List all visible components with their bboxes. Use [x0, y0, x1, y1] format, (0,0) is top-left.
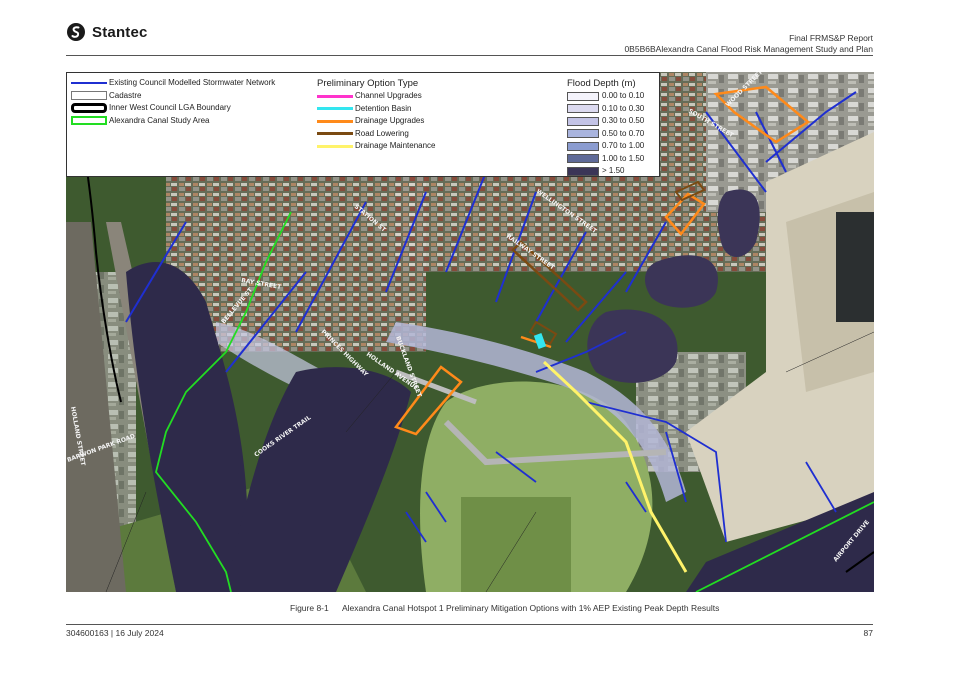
legend-item: Drainage Maintenance [317, 140, 436, 153]
legend-item: Alexandra Canal Study Area [71, 115, 275, 128]
legend-item: Cadastre [71, 90, 275, 103]
legend-item: Existing Council Modelled Stormwater Net… [71, 77, 275, 90]
brand-name: Stantec [92, 23, 148, 41]
legend-depth: Flood Depth (m) 0.00 to 0.10 0.10 to 0.3… [567, 77, 644, 178]
report-header: Final FRMS&P Report 0B5B6BAlexandra Cana… [624, 33, 873, 55]
legend-title: Flood Depth (m) [567, 78, 636, 89]
drainage-maintenance-icon [317, 144, 353, 148]
road-lowering-icon [317, 132, 353, 136]
depth-swatch-icon [567, 129, 599, 139]
detention-basin-icon [317, 107, 353, 111]
legend-title: Preliminary Option Type [317, 78, 419, 89]
map-legend: Existing Council Modelled Stormwater Net… [66, 72, 660, 177]
legend-options: Preliminary Option Type Channel Upgrades… [317, 77, 436, 153]
figure-number: Figure 8-1 [290, 603, 329, 613]
depth-swatch-icon [567, 166, 599, 176]
document-reference: 304600163 | 16 July 2024 [66, 628, 164, 638]
legend-item: 1.00 to 1.50 [567, 153, 644, 166]
legend-item: > 1.50 [567, 165, 644, 178]
stantec-logo-icon [67, 23, 85, 41]
stormwater-line-icon [71, 82, 107, 85]
header-divider [66, 55, 873, 56]
legend-item: 0.30 to 0.50 [567, 115, 644, 128]
legend-item: 0.50 to 0.70 [567, 128, 644, 141]
legend-item: 0.10 to 0.30 [567, 103, 644, 116]
legend-item: 0.70 to 1.00 [567, 140, 644, 153]
drainage-upgrade-icon [317, 119, 353, 123]
report-title: Final FRMS&P Report [789, 33, 873, 43]
legend-item: 0.00 to 0.10 [567, 90, 644, 103]
cadastre-box-icon [71, 91, 107, 101]
depth-swatch-icon [567, 141, 599, 151]
footer-divider [66, 624, 873, 625]
legend-item: Detention Basin [317, 103, 436, 116]
depth-swatch-icon [567, 116, 599, 126]
flood-map: SOUTH STREET WOOD STREET WELLINGTON STRE… [66, 72, 874, 592]
legend-item: Road Lowering [317, 128, 436, 141]
figure-title: Alexandra Canal Hotspot 1 Preliminary Mi… [342, 603, 720, 613]
study-area-icon [71, 116, 107, 126]
legend-item: Drainage Upgrades [317, 115, 436, 128]
legend-item: Channel Upgrades [317, 90, 436, 103]
lga-boundary-icon [71, 103, 107, 114]
depth-swatch-icon [567, 91, 599, 101]
report-subtitle: 0B5B6BAlexandra Canal Flood Risk Managem… [624, 44, 873, 54]
legend-item: Inner West Council LGA Boundary [71, 102, 275, 115]
stantec-logo: Stantec [66, 22, 148, 42]
page-number: 87 [863, 628, 873, 638]
legend-layers: Existing Council Modelled Stormwater Net… [71, 77, 275, 127]
channel-upgrade-icon [317, 94, 353, 98]
depth-swatch-icon [567, 104, 599, 114]
depth-swatch-icon [567, 154, 599, 164]
